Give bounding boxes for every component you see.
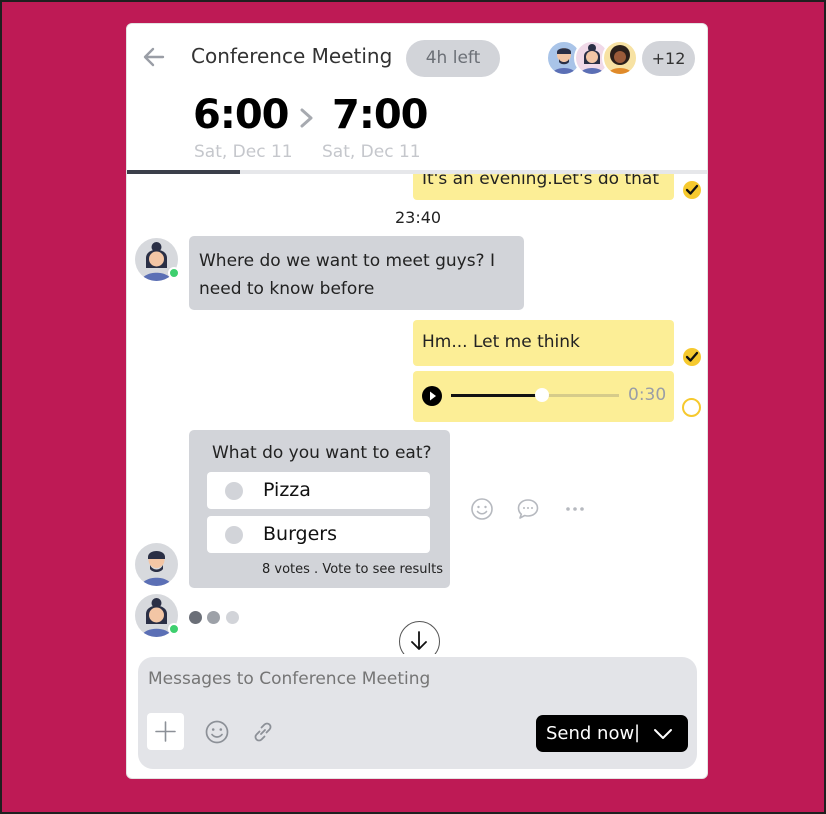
send-label: Send now (546, 723, 635, 744)
poll-card: What do you want to eat? Pizza Burgers 8… (189, 430, 450, 588)
link-icon[interactable] (250, 719, 276, 745)
audio-progress (451, 394, 542, 397)
message-text: Where do we want to meet guys? I need to… (199, 251, 495, 299)
poll-question: What do you want to eat? (212, 443, 432, 463)
message-bubble-incoming[interactable]: Where do we want to meet guys? I need to… (189, 236, 524, 310)
audio-message[interactable]: 0:30 (413, 371, 674, 422)
message-text: Hm... Let me think (422, 332, 580, 352)
end-date: Sat, Dec 11 (322, 142, 421, 162)
start-date: Sat, Dec 11 (194, 142, 293, 162)
chevron-down-icon[interactable] (652, 724, 674, 744)
typing-dot (189, 611, 202, 624)
poll-option-label: Burgers (263, 523, 338, 545)
online-indicator (168, 623, 180, 635)
chevron-right-icon (297, 104, 317, 132)
emoji-icon[interactable] (204, 719, 230, 745)
scroll-to-bottom-button[interactable] (399, 621, 440, 654)
send-separator: | (634, 722, 641, 743)
play-icon[interactable] (422, 386, 442, 406)
typing-dot (207, 611, 220, 624)
chat-header: Conference Meeting 4h left +12 6:00 7:00… (127, 24, 707, 174)
comment-icon[interactable] (516, 497, 540, 521)
message-bubble-outgoing[interactable]: Hm... Let me think (413, 320, 674, 366)
message-text: It's an evening.Let's do that (422, 174, 660, 189)
check-icon (683, 181, 701, 199)
time-left-badge: 4h left (406, 40, 500, 77)
sending-indicator (682, 398, 701, 417)
radio-button[interactable] (225, 482, 243, 500)
avatar[interactable] (602, 40, 638, 76)
poll-option-pizza[interactable]: Pizza (207, 472, 430, 509)
arrow-down-icon (411, 631, 427, 650)
meeting-progress-bar (127, 170, 707, 174)
back-arrow-icon[interactable] (141, 44, 167, 70)
poll-option-burgers[interactable]: Burgers (207, 516, 430, 553)
audio-duration: 0:30 (628, 385, 667, 405)
page-title: Conference Meeting (191, 44, 393, 68)
message-bubble-outgoing[interactable]: It's an evening.Let's do that (413, 174, 674, 200)
send-now-button[interactable]: Send now | (536, 715, 688, 752)
typing-dot (226, 611, 239, 624)
online-indicator (168, 267, 180, 279)
more-participants-badge[interactable]: +12 (642, 41, 695, 76)
check-icon (683, 348, 701, 366)
end-time: 7:00 (332, 92, 428, 138)
smiley-icon[interactable] (470, 497, 494, 521)
avatar[interactable] (135, 543, 178, 586)
plus-icon (155, 721, 176, 742)
message-list[interactable]: It's an evening.Let's do that 23:40 Wher… (127, 174, 707, 654)
chat-window: Conference Meeting 4h left +12 6:00 7:00… (126, 23, 708, 779)
poll-footer: 8 votes . Vote to see results (262, 562, 444, 577)
message-timestamp: 23:40 (395, 208, 442, 227)
message-composer: Send now | (138, 657, 697, 769)
audio-scrubber[interactable] (534, 388, 549, 402)
more-dots-icon[interactable] (563, 497, 587, 521)
message-input[interactable] (148, 669, 648, 689)
radio-button[interactable] (225, 526, 243, 544)
poll-option-label: Pizza (263, 479, 311, 501)
progress-fill (127, 170, 241, 174)
add-attachment-button[interactable] (147, 713, 184, 750)
start-time: 6:00 (193, 92, 289, 138)
